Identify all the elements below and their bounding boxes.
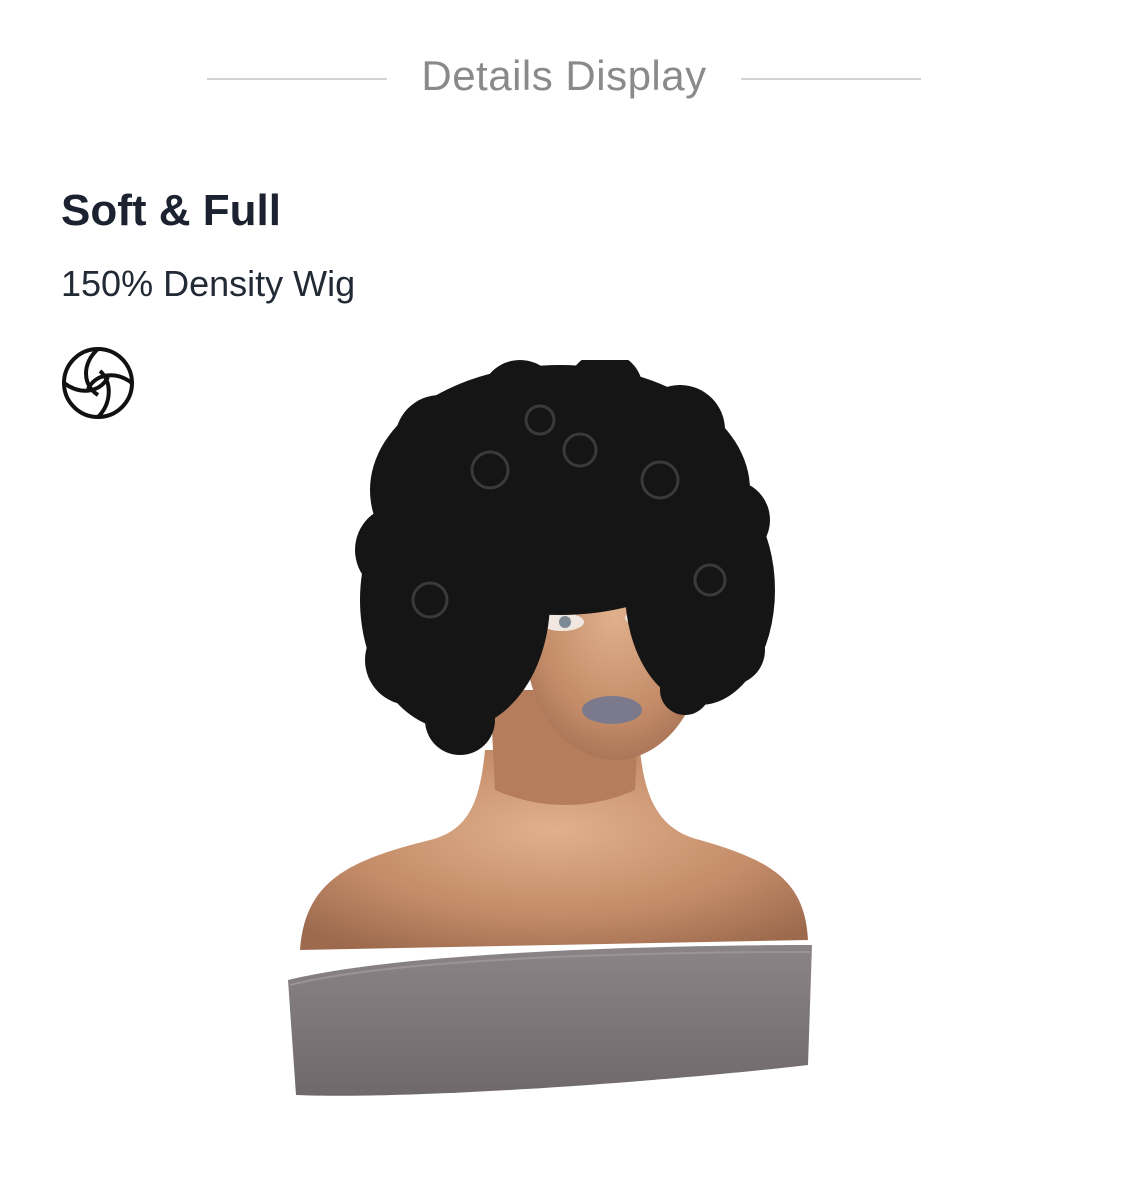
section-header: Details Display (0, 48, 1125, 108)
header-divider-right (741, 78, 921, 80)
wig-mannequin-image (288, 360, 812, 1096)
header-divider-left (207, 78, 387, 80)
section-title: Details Display (421, 52, 707, 99)
feature-title: Soft & Full (61, 186, 281, 235)
feature-subtitle: 150% Density Wig (61, 263, 356, 304)
soft-sphere-icon (62, 347, 134, 419)
